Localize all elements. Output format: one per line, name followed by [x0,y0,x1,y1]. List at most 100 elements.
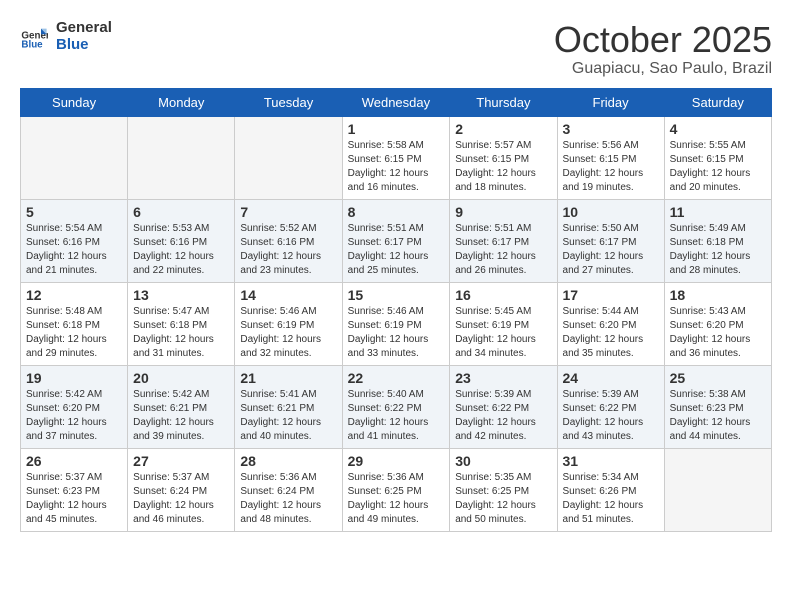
calendar-day-cell: 8 Sunrise: 5:51 AMSunset: 6:17 PMDaylight… [342,199,450,282]
day-number: 26 [26,453,122,469]
day-info: Sunrise: 5:36 AMSunset: 6:24 PMDaylight:… [240,471,336,527]
day-info: Sunrise: 5:57 AMSunset: 6:15 PMDaylight:… [455,139,551,195]
calendar-day-cell: 10 Sunrise: 5:50 AMSunset: 6:17 PMDayligh… [557,199,664,282]
weekday-header-tuesday: Tuesday [235,88,342,116]
day-info: Sunrise: 5:46 AMSunset: 6:19 PMDaylight:… [240,305,336,361]
day-number: 9 [455,204,551,220]
day-info: Sunrise: 5:55 AMSunset: 6:15 PMDaylight:… [670,139,766,195]
day-number: 31 [563,453,659,469]
weekday-header-sunday: Sunday [21,88,128,116]
calendar-week-row: 1Sunrise: 5:58 AMSunset: 6:15 PMDaylight… [21,116,772,199]
day-info: Sunrise: 5:50 AMSunset: 6:17 PMDaylight:… [563,222,659,278]
title-block: October 2025 Guapiacu, Sao Paulo, Brazil [554,20,772,78]
calendar-day-cell [128,116,235,199]
day-info: Sunrise: 5:46 AMSunset: 6:19 PMDaylight:… [348,305,445,361]
day-info: Sunrise: 5:37 AMSunset: 6:24 PMDaylight:… [133,471,229,527]
day-info: Sunrise: 5:41 AMSunset: 6:21 PMDaylight:… [240,388,336,444]
day-info: Sunrise: 5:42 AMSunset: 6:20 PMDaylight:… [26,388,122,444]
day-number: 14 [240,287,336,303]
day-number: 16 [455,287,551,303]
day-number: 1 [348,121,445,137]
weekday-header-saturday: Saturday [664,88,771,116]
calendar-day-cell: 24 Sunrise: 5:39 AMSunset: 6:22 PMDayligh… [557,365,664,448]
day-number: 15 [348,287,445,303]
day-info: Sunrise: 5:51 AMSunset: 6:17 PMDaylight:… [348,222,445,278]
calendar-day-cell [21,116,128,199]
calendar-day-cell: 22Sunrise: 5:40 AMSunset: 6:22 PMDayligh… [342,365,450,448]
day-info: Sunrise: 5:53 AMSunset: 6:16 PMDaylight:… [133,222,229,278]
calendar-day-cell: 20 Sunrise: 5:42 AMSunset: 6:21 PMDayligh… [128,365,235,448]
day-number: 11 [670,204,766,220]
calendar-day-cell: 18 Sunrise: 5:43 AMSunset: 6:20 PMDayligh… [664,282,771,365]
day-number: 30 [455,453,551,469]
weekday-header-monday: Monday [128,88,235,116]
day-number: 5 [26,204,122,220]
location: Guapiacu, Sao Paulo, Brazil [554,60,772,78]
calendar-day-cell [664,448,771,531]
calendar-day-cell: 19 Sunrise: 5:42 AMSunset: 6:20 PMDayligh… [21,365,128,448]
calendar-day-cell: 13Sunrise: 5:47 AMSunset: 6:18 PMDayligh… [128,282,235,365]
day-info: Sunrise: 5:39 AMSunset: 6:22 PMDaylight:… [563,388,659,444]
calendar-day-cell: 7 Sunrise: 5:52 AMSunset: 6:16 PMDaylight… [235,199,342,282]
day-number: 3 [563,121,659,137]
calendar-day-cell: 15 Sunrise: 5:46 AMSunset: 6:19 PMDayligh… [342,282,450,365]
day-number: 6 [133,204,229,220]
calendar-week-row: 5 Sunrise: 5:54 AMSunset: 6:16 PMDaylight… [21,199,772,282]
day-info: Sunrise: 5:51 AMSunset: 6:17 PMDaylight:… [455,222,551,278]
calendar-week-row: 19 Sunrise: 5:42 AMSunset: 6:20 PMDayligh… [21,365,772,448]
month-title: October 2025 [554,20,772,60]
calendar-day-cell: 3 Sunrise: 5:56 AMSunset: 6:15 PMDaylight… [557,116,664,199]
day-number: 10 [563,204,659,220]
day-info: Sunrise: 5:45 AMSunset: 6:19 PMDaylight:… [455,305,551,361]
day-number: 18 [670,287,766,303]
day-number: 12 [26,287,122,303]
day-number: 8 [348,204,445,220]
calendar-day-cell: 28Sunrise: 5:36 AMSunset: 6:24 PMDayligh… [235,448,342,531]
calendar-day-cell: 2 Sunrise: 5:57 AMSunset: 6:15 PMDaylight… [450,116,557,199]
calendar-day-cell: 11Sunrise: 5:49 AMSunset: 6:18 PMDayligh… [664,199,771,282]
calendar-day-cell: 27Sunrise: 5:37 AMSunset: 6:24 PMDayligh… [128,448,235,531]
day-info: Sunrise: 5:52 AMSunset: 6:16 PMDaylight:… [240,222,336,278]
page-header: General Blue General Blue October 2025 G… [20,20,772,78]
day-number: 29 [348,453,445,469]
day-info: Sunrise: 5:38 AMSunset: 6:23 PMDaylight:… [670,388,766,444]
day-info: Sunrise: 5:43 AMSunset: 6:20 PMDaylight:… [670,305,766,361]
calendar-day-cell: 4Sunrise: 5:55 AMSunset: 6:15 PMDaylight… [664,116,771,199]
day-info: Sunrise: 5:44 AMSunset: 6:20 PMDaylight:… [563,305,659,361]
calendar-day-cell: 26 Sunrise: 5:37 AMSunset: 6:23 PMDayligh… [21,448,128,531]
calendar-day-cell: 31Sunrise: 5:34 AMSunset: 6:26 PMDayligh… [557,448,664,531]
day-info: Sunrise: 5:42 AMSunset: 6:21 PMDaylight:… [133,388,229,444]
calendar-day-cell: 30 Sunrise: 5:35 AMSunset: 6:25 PMDayligh… [450,448,557,531]
day-number: 24 [563,370,659,386]
day-number: 20 [133,370,229,386]
day-info: Sunrise: 5:47 AMSunset: 6:18 PMDaylight:… [133,305,229,361]
day-number: 17 [563,287,659,303]
logo-line2: Blue [56,37,112,54]
logo-line1: General [56,20,112,37]
svg-text:Blue: Blue [21,39,43,50]
calendar-day-cell: 17 Sunrise: 5:44 AMSunset: 6:20 PMDayligh… [557,282,664,365]
day-info: Sunrise: 5:48 AMSunset: 6:18 PMDaylight:… [26,305,122,361]
day-number: 2 [455,121,551,137]
day-number: 7 [240,204,336,220]
calendar-table: SundayMondayTuesdayWednesdayThursdayFrid… [20,88,772,532]
day-number: 23 [455,370,551,386]
weekday-header-thursday: Thursday [450,88,557,116]
calendar-day-cell [235,116,342,199]
calendar-day-cell: 25Sunrise: 5:38 AMSunset: 6:23 PMDayligh… [664,365,771,448]
day-info: Sunrise: 5:40 AMSunset: 6:22 PMDaylight:… [348,388,445,444]
day-info: Sunrise: 5:56 AMSunset: 6:15 PMDaylight:… [563,139,659,195]
day-info: Sunrise: 5:37 AMSunset: 6:23 PMDaylight:… [26,471,122,527]
day-info: Sunrise: 5:36 AMSunset: 6:25 PMDaylight:… [348,471,445,527]
day-info: Sunrise: 5:35 AMSunset: 6:25 PMDaylight:… [455,471,551,527]
day-info: Sunrise: 5:54 AMSunset: 6:16 PMDaylight:… [26,222,122,278]
calendar-day-cell: 12 Sunrise: 5:48 AMSunset: 6:18 PMDayligh… [21,282,128,365]
calendar-day-cell: 1Sunrise: 5:58 AMSunset: 6:15 PMDaylight… [342,116,450,199]
day-number: 19 [26,370,122,386]
calendar-week-row: 12 Sunrise: 5:48 AMSunset: 6:18 PMDayligh… [21,282,772,365]
day-info: Sunrise: 5:39 AMSunset: 6:22 PMDaylight:… [455,388,551,444]
calendar-day-cell: 5 Sunrise: 5:54 AMSunset: 6:16 PMDaylight… [21,199,128,282]
day-number: 21 [240,370,336,386]
calendar-day-cell: 14 Sunrise: 5:46 AMSunset: 6:19 PMDayligh… [235,282,342,365]
logo: General Blue General Blue [20,20,112,53]
